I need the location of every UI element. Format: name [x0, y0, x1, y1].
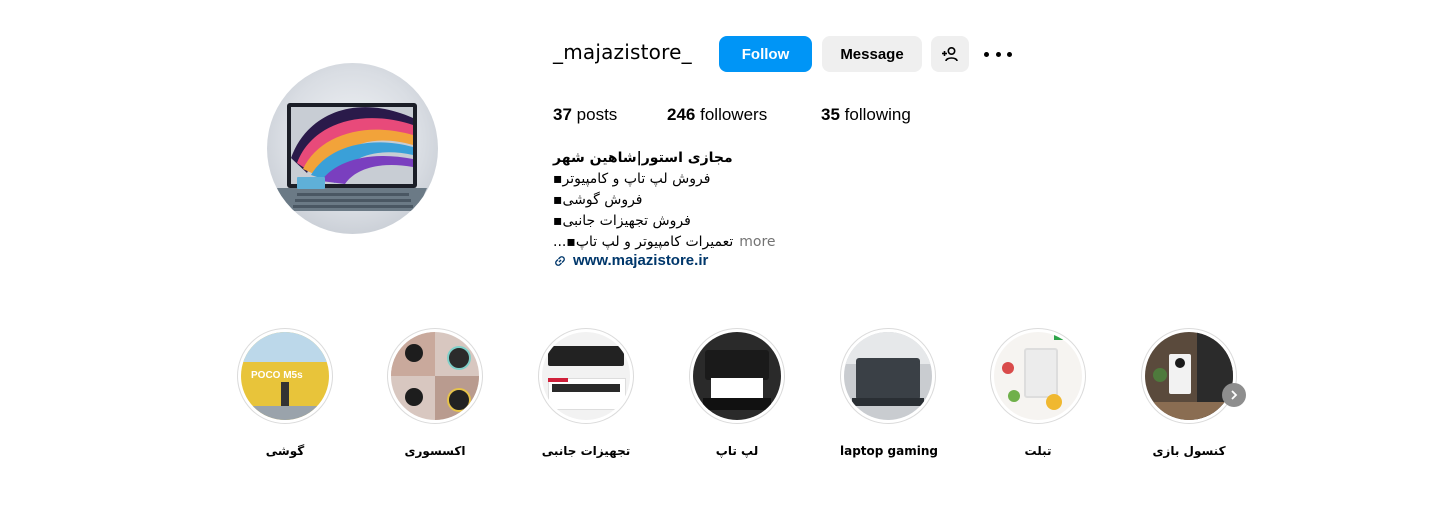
profile-avatar[interactable]: [267, 63, 438, 234]
highlight-thumbnail: [1145, 332, 1233, 420]
highlight-item[interactable]: تبلت: [990, 328, 1086, 458]
bio-line: فروش لپ تاپ و کامپیوتر▪: [553, 171, 711, 187]
highlight-thumbnail: [844, 332, 932, 420]
person-plus-icon: [942, 46, 958, 62]
laptop-image: [277, 103, 427, 211]
profile-display-name: مجازی استور|شاهین شهر: [553, 150, 733, 166]
bio-line: فروش گوشی▪: [553, 192, 643, 208]
highlight-label: اکسسوری: [404, 444, 466, 458]
suggest-user-button[interactable]: [931, 36, 969, 72]
posts-stat: 37 posts: [553, 105, 618, 124]
ellipsis-icon: [984, 51, 989, 57]
highlight-item[interactable]: اکسسوری: [387, 328, 483, 458]
bio-more-link[interactable]: more: [739, 232, 775, 253]
highlight-label: کنسول بازی: [1152, 444, 1226, 458]
profile-website-link[interactable]: www.majazistore.ir: [553, 252, 708, 269]
highlight-item[interactable]: لپ تاپ: [689, 328, 785, 458]
follow-button[interactable]: Follow: [719, 36, 812, 72]
profile-username: _majazistore_: [553, 40, 692, 64]
highlight-label: laptop gaming: [840, 444, 938, 458]
highlight-label: گوشی: [265, 444, 305, 458]
bio-line: تعمیرات کامپیوتر و لپ تاپ▪...: [553, 234, 734, 250]
following-stat[interactable]: 35 following: [821, 105, 911, 125]
highlight-thumbnail: POCO M5s: [241, 332, 329, 420]
message-button[interactable]: Message: [822, 36, 922, 72]
more-options-button[interactable]: [984, 45, 1012, 63]
highlight-thumbnail: [693, 332, 781, 420]
link-icon: [555, 255, 565, 266]
highlight-item[interactable]: تجهیزات جانبی: [538, 328, 634, 458]
highlight-thumbnail: [391, 332, 479, 420]
highlight-thumbnail: [542, 332, 630, 420]
highlight-label: تبلت: [1024, 444, 1052, 458]
chevron-right-icon: [1231, 390, 1238, 400]
highlights-next-button[interactable]: [1222, 383, 1246, 407]
profile-bio: مجازی استور|شاهین شهر فروش لپ تاپ و کامپ…: [553, 148, 953, 253]
highlight-label: تجهیزات جانبی: [541, 444, 631, 458]
highlight-label: لپ تاپ: [715, 444, 759, 458]
highlight-item[interactable]: POCO M5s گوشی: [237, 328, 333, 458]
bio-line: فروش تجهیزات جانبی▪: [553, 213, 691, 229]
highlight-item[interactable]: laptop gaming: [840, 328, 938, 458]
followers-stat[interactable]: 246 followers: [667, 105, 767, 125]
highlight-thumbnail: [994, 332, 1082, 420]
